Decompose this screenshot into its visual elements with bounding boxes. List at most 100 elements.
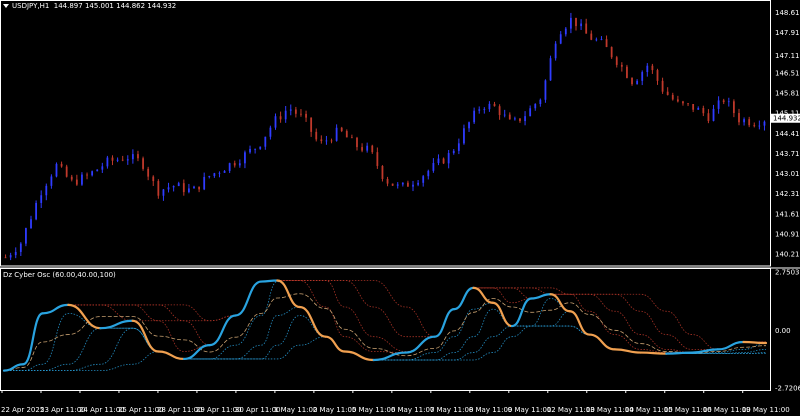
oscillator-line-segment bbox=[588, 333, 616, 351]
candle-body bbox=[249, 148, 251, 153]
candle-body bbox=[142, 158, 144, 169]
time-axis-label: 7 May 11:00 bbox=[430, 406, 474, 414]
candle-body bbox=[147, 168, 150, 177]
oscillator-line-segment bbox=[182, 344, 211, 361]
candle-body bbox=[427, 170, 430, 177]
candle-body bbox=[289, 109, 292, 111]
time-axis-label: 22 Apr 2025 bbox=[1, 406, 44, 414]
candle-body bbox=[19, 243, 22, 252]
candle-body bbox=[81, 174, 83, 185]
candle-body bbox=[167, 187, 170, 190]
candle-body bbox=[310, 117, 313, 132]
candle-body bbox=[279, 116, 282, 120]
candle-body bbox=[172, 186, 175, 188]
candle-body bbox=[91, 171, 94, 176]
candle-body bbox=[666, 91, 669, 95]
candle-body bbox=[294, 109, 297, 114]
candle-body bbox=[407, 182, 409, 187]
candle-body bbox=[447, 153, 450, 164]
candle-body bbox=[65, 166, 68, 177]
time-axis-label: 1 May 11:00 bbox=[274, 406, 318, 414]
candle-body bbox=[126, 159, 129, 161]
lower-band-line bbox=[3, 325, 766, 372]
oscillator-line-segment bbox=[472, 286, 494, 304]
candle-body bbox=[417, 182, 420, 185]
candle-body bbox=[213, 173, 216, 177]
oscillator-line-segment bbox=[22, 312, 44, 366]
candle-body bbox=[534, 104, 537, 109]
candle-body bbox=[493, 103, 496, 107]
oscillator-axis-label: 2.7503 bbox=[775, 269, 800, 277]
oscillator-line-segment bbox=[568, 310, 591, 336]
candle-body bbox=[610, 47, 613, 58]
candle-body bbox=[14, 251, 17, 256]
candle-body bbox=[35, 202, 38, 220]
price-axis-label: 147.110 bbox=[775, 52, 800, 60]
candle-body bbox=[717, 100, 720, 109]
oscillator-line-segment bbox=[260, 279, 279, 283]
candle-body bbox=[732, 101, 735, 114]
candle-body bbox=[585, 23, 588, 34]
candle-body bbox=[320, 139, 323, 142]
candle-body bbox=[356, 137, 358, 148]
candle-body bbox=[498, 106, 501, 116]
candle-body bbox=[350, 137, 353, 139]
candle-body bbox=[116, 159, 119, 161]
candle-body bbox=[391, 183, 394, 186]
candle-body bbox=[539, 99, 542, 105]
time-axis-label: 5 May 11:00 bbox=[352, 406, 396, 414]
candle-body bbox=[101, 166, 104, 170]
candle-body bbox=[682, 101, 684, 104]
candle-body bbox=[86, 174, 88, 176]
candle-body bbox=[218, 172, 221, 174]
oscillator-line-segment bbox=[453, 286, 475, 311]
oscillator-line-segment bbox=[157, 350, 186, 361]
oscillator-line-segment bbox=[41, 303, 70, 315]
candle-body bbox=[345, 131, 348, 138]
candle-body bbox=[605, 39, 608, 48]
candle-body bbox=[753, 125, 756, 127]
candle-body bbox=[264, 136, 267, 147]
oscillator-line-segment bbox=[298, 305, 327, 338]
price-axis-label: 143.010 bbox=[775, 170, 800, 178]
candle-body bbox=[712, 108, 715, 121]
time-axis-label: 2 May 11:00 bbox=[313, 406, 357, 414]
candle-body bbox=[111, 157, 114, 161]
candle-body bbox=[697, 108, 700, 110]
candle-body bbox=[25, 228, 27, 244]
oscillator-line-segment bbox=[433, 308, 456, 338]
candle-body bbox=[590, 33, 593, 40]
candle-body bbox=[361, 147, 363, 151]
oscillator-line-segment bbox=[324, 335, 346, 353]
candle-body bbox=[401, 182, 404, 185]
candle-body bbox=[452, 150, 455, 154]
candle-body bbox=[554, 43, 557, 59]
lower-band-line bbox=[3, 306, 767, 372]
chart-canvas[interactable]: 148.610147.910147.110146.510145.810145.1… bbox=[0, 0, 800, 416]
oscillator-line-segment bbox=[716, 340, 745, 351]
candle-body bbox=[600, 39, 603, 40]
candle-body bbox=[412, 184, 414, 187]
candle-body bbox=[96, 169, 99, 172]
oscillator-line-segment bbox=[491, 301, 514, 328]
main-frame bbox=[0, 0, 771, 267]
candle-body bbox=[300, 113, 302, 115]
candle-body bbox=[330, 140, 333, 142]
candle-body bbox=[70, 176, 73, 180]
candle-body bbox=[575, 17, 577, 27]
candle-body bbox=[692, 104, 695, 110]
candle-body bbox=[269, 127, 272, 137]
candle-body bbox=[488, 103, 491, 110]
current-price-label: 144.932 bbox=[773, 115, 800, 123]
candle-body bbox=[177, 183, 180, 187]
candle-body bbox=[75, 179, 78, 185]
oscillator-axis-label: 0.00 bbox=[775, 327, 791, 335]
candle-body bbox=[284, 110, 287, 120]
oscillator-line-segment bbox=[639, 351, 668, 355]
price-axis-label: 143.710 bbox=[775, 150, 800, 158]
oscillator-frame bbox=[0, 268, 771, 391]
candle-body bbox=[738, 113, 740, 123]
candle-body bbox=[40, 195, 43, 203]
candle-body bbox=[626, 66, 628, 78]
candle-body bbox=[50, 176, 53, 186]
